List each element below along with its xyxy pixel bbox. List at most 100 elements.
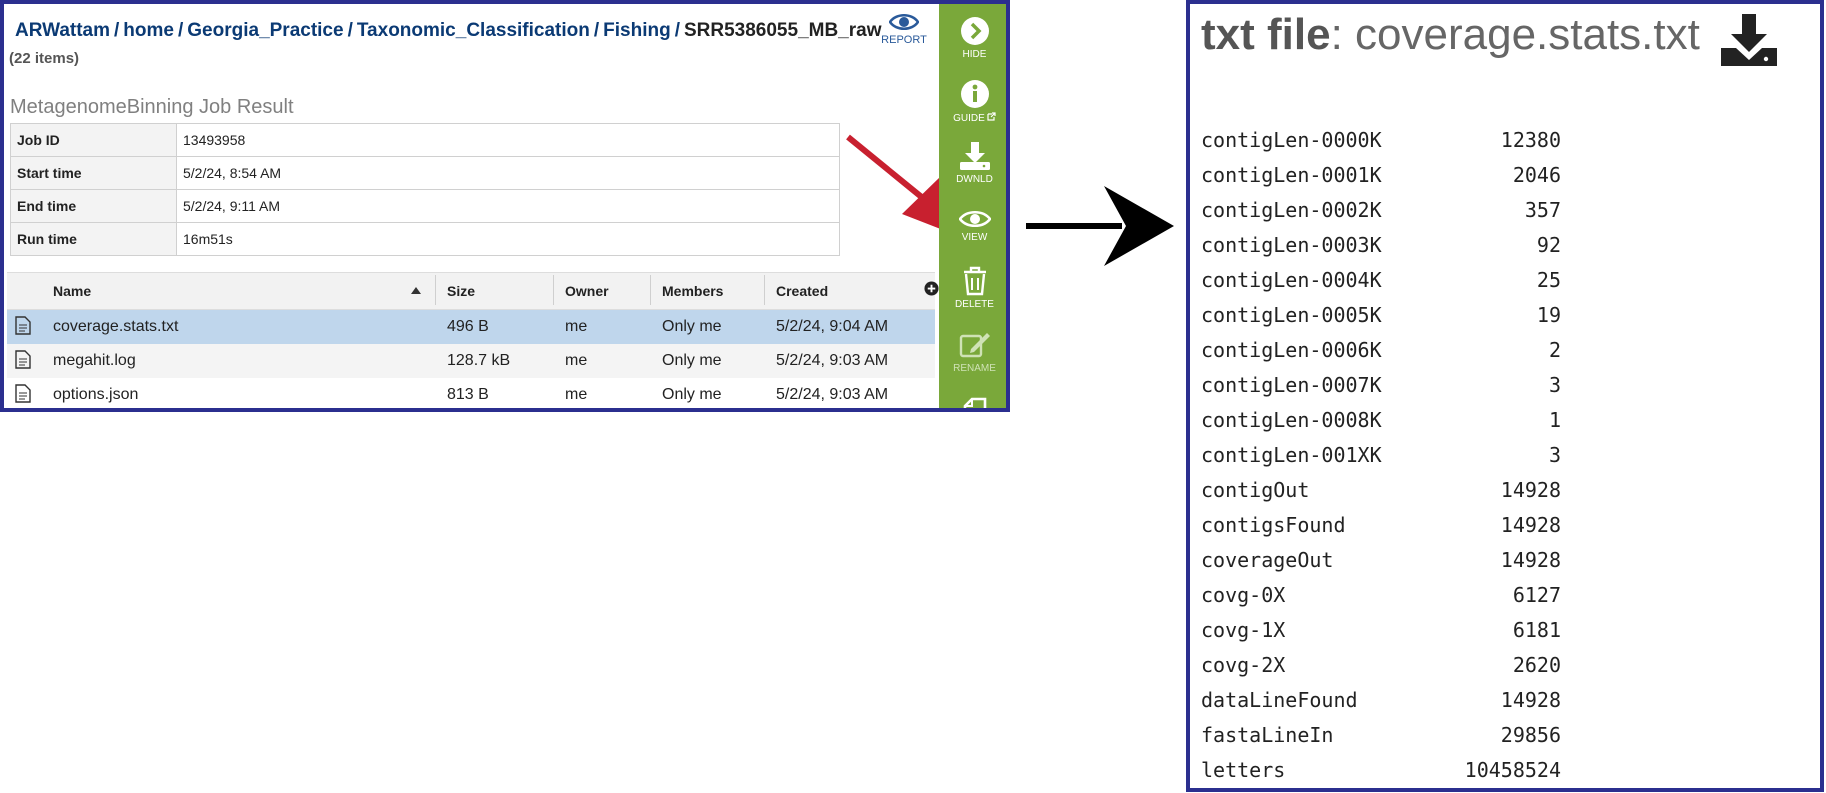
- view-label: VIEW: [961, 232, 988, 243]
- cell-members: Only me: [662, 352, 722, 369]
- job-info-row: Start time 5/2/24, 8:54 AM: [10, 156, 840, 190]
- stats-row: contigLen-0002K 357: [1201, 198, 1561, 233]
- cell-owner: me: [565, 386, 588, 403]
- job-info-value: 16m51s: [176, 222, 840, 256]
- job-info-row: Run time 16m51s: [10, 222, 840, 256]
- stats-row: coverageOut 14928: [1201, 548, 1561, 583]
- stats-value: 14928: [1500, 688, 1561, 712]
- breadcrumb-item-fishing[interactable]: Fishing: [603, 20, 671, 41]
- stats-row: contigLen-0008K 1: [1201, 408, 1561, 443]
- rename-button[interactable]: RENAME: [939, 330, 1006, 374]
- stats-row: contigLen-0000K 12380: [1201, 128, 1561, 163]
- pencil-icon: [959, 333, 990, 358]
- job-info-value: 13493958: [176, 123, 840, 157]
- stats-value: 2620: [1512, 653, 1561, 677]
- breadcrumb-separator: /: [177, 20, 184, 41]
- stats-value: 1: [1548, 408, 1561, 432]
- stats-key: contigLen-0001K: [1201, 163, 1382, 187]
- download-label: DWNLD: [956, 174, 993, 185]
- copy-button[interactable]: [939, 397, 1006, 408]
- cell-name[interactable]: coverage.stats.txt: [53, 318, 178, 336]
- cell-name[interactable]: megahit.log: [53, 352, 136, 370]
- sort-up-icon[interactable]: [411, 286, 421, 294]
- column-divider: [553, 275, 554, 305]
- breadcrumb-item-taxonomic-classification[interactable]: Taxonomic_Classification: [357, 20, 590, 41]
- view-button[interactable]: VIEW: [939, 209, 1006, 243]
- column-header-created[interactable]: Created: [776, 283, 828, 299]
- external-link-icon: [987, 112, 996, 121]
- stats-value: 6127: [1512, 583, 1561, 607]
- table-row[interactable]: megahit.log 128.7 kB me Only me 5/2/24, …: [7, 344, 935, 378]
- stats-value: 19: [1536, 303, 1561, 327]
- delete-label: DELETE: [955, 299, 994, 310]
- stats-key: coverageOut: [1201, 548, 1334, 572]
- stats-key: contigLen-0006K: [1201, 338, 1382, 362]
- viewer-filename: coverage.stats.txt: [1355, 10, 1700, 59]
- report-label: REPORT: [881, 34, 927, 46]
- table-row[interactable]: coverage.stats.txt 496 B me Only me 5/2/…: [7, 310, 935, 344]
- cell-size: 128.7 kB: [447, 352, 511, 369]
- cell-created: 5/2/24, 9:03 AM: [776, 386, 889, 403]
- plus-circle-icon[interactable]: [924, 281, 939, 296]
- file-icon: [15, 384, 31, 403]
- stats-row: contigLen-0003K 92: [1201, 233, 1561, 268]
- column-header-members[interactable]: Members: [662, 283, 723, 299]
- job-info-table: Job ID 13493958 Start time 5/2/24, 8:54 AM…: [10, 123, 840, 256]
- stats-value: 3: [1548, 443, 1561, 467]
- column-divider: [650, 275, 651, 305]
- stats-key: letters: [1201, 758, 1286, 782]
- download-button[interactable]: DWNLD: [939, 141, 1006, 185]
- breadcrumb-item-georgia-practice[interactable]: Georgia_Practice: [187, 20, 343, 41]
- stats-key: contigLen-0005K: [1201, 303, 1382, 327]
- stats-row: dataLineFound 14928: [1201, 688, 1561, 723]
- rename-label: RENAME: [953, 363, 996, 374]
- table-row[interactable]: options.json 813 B me Only me 5/2/24, 9:…: [7, 378, 935, 408]
- stats-value: 10458524: [1464, 758, 1561, 782]
- stats-key: contigLen-0008K: [1201, 408, 1382, 432]
- trash-icon: [963, 266, 986, 296]
- stats-key: contigLen-0000K: [1201, 128, 1382, 152]
- breadcrumb-separator: /: [593, 20, 600, 41]
- hide-button[interactable]: HIDE: [939, 16, 1006, 60]
- stats-row: letters 10458524: [1201, 758, 1561, 788]
- column-divider: [435, 275, 436, 305]
- guide-button[interactable]: GUIDE: [939, 79, 1006, 124]
- stats-value: 29856: [1500, 723, 1561, 747]
- stats-key: covg-2X: [1201, 653, 1286, 677]
- stats-row: contigsFound 14928: [1201, 513, 1561, 548]
- eye-icon: [958, 210, 991, 228]
- stats-row: fastaLineIn 29856: [1201, 723, 1561, 758]
- cell-size: 496 B: [447, 318, 489, 335]
- stats-list: contigLen-0000K 12380 contigLen-0001K 2046 c…: [1201, 128, 1561, 788]
- viewer-title-separator: :: [1330, 10, 1356, 59]
- stats-key: contigLen-0004K: [1201, 268, 1382, 292]
- stats-value: 357: [1524, 198, 1561, 222]
- info-icon: [960, 80, 989, 108]
- stats-key: contigLen-0002K: [1201, 198, 1382, 222]
- stats-key: fastaLineIn: [1201, 723, 1334, 747]
- breadcrumb-current: SRR5386055_MB_raw: [683, 20, 882, 41]
- download-icon[interactable]: [1720, 14, 1778, 66]
- breadcrumb-separator: /: [347, 20, 353, 41]
- stats-value: 6181: [1512, 618, 1561, 642]
- file-icon: [15, 316, 31, 335]
- stats-row: covg-0X 6127: [1201, 583, 1561, 618]
- arrow-right-icon: [1026, 186, 1174, 266]
- download-icon: [959, 142, 990, 170]
- column-header-name[interactable]: Name: [53, 283, 91, 299]
- breadcrumb-item-arwattam[interactable]: ARWattam: [15, 20, 110, 41]
- stats-key: contigOut: [1201, 478, 1310, 502]
- delete-button[interactable]: DELETE: [939, 266, 1006, 310]
- column-header-owner[interactable]: Owner: [565, 283, 609, 299]
- cell-members: Only me: [662, 318, 722, 335]
- report-button[interactable]: REPORT: [876, 12, 932, 46]
- breadcrumb-item-home[interactable]: home: [123, 20, 174, 41]
- column-header-size[interactable]: Size: [447, 283, 475, 299]
- stats-key: contigLen-0003K: [1201, 233, 1382, 257]
- stats-value: 12380: [1500, 128, 1561, 152]
- stats-row: contigLen-0004K 25: [1201, 268, 1561, 303]
- file-icon: [15, 350, 31, 369]
- cell-name[interactable]: options.json: [53, 386, 138, 404]
- stats-row: contigLen-0006K 2: [1201, 338, 1561, 373]
- stats-value: 14928: [1500, 478, 1561, 502]
